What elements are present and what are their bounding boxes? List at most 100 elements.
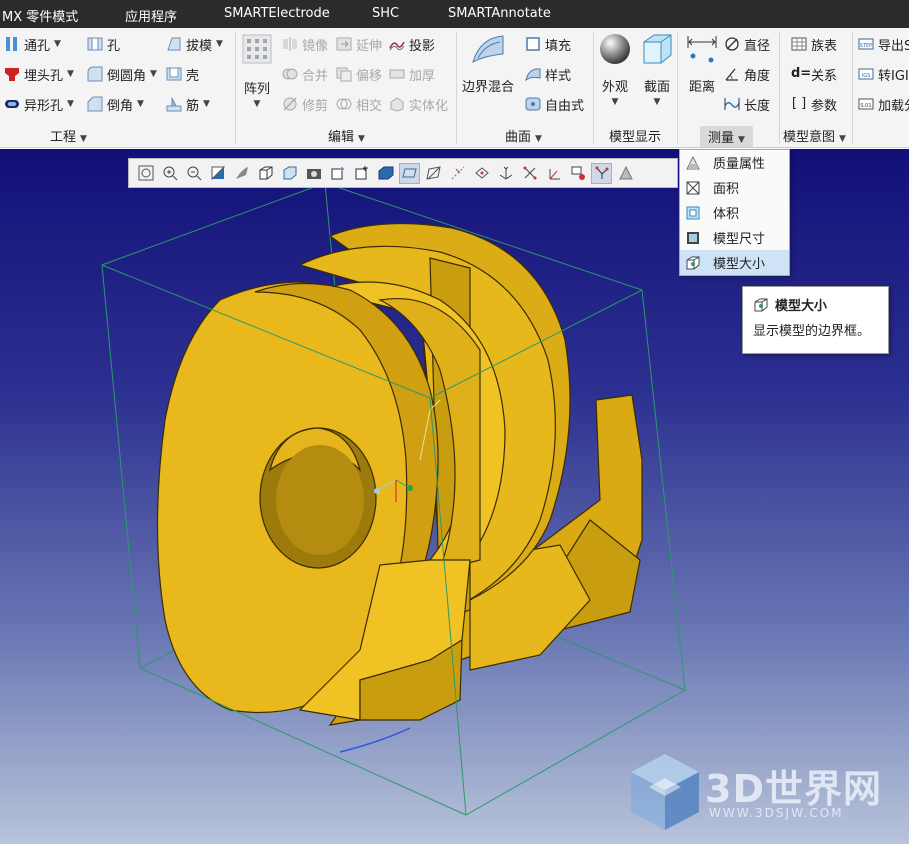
trim-button[interactable]: 修剪 — [282, 93, 328, 115]
group-surface-label[interactable]: 曲面 ▼ — [505, 126, 542, 145]
spin-center-button[interactable] — [327, 163, 348, 184]
offset-button[interactable]: 偏移 — [336, 63, 382, 85]
style-button[interactable]: 样式 — [525, 63, 571, 85]
boundary-blend-button[interactable]: 边界混合 — [462, 32, 514, 95]
tab-applications[interactable]: 应用程序 — [125, 6, 177, 25]
datum-axis-button[interactable] — [447, 163, 468, 184]
extend-button[interactable]: 延伸 — [336, 33, 382, 55]
camera-icon — [306, 169, 321, 179]
parameters-button[interactable]: [ ] 参数 — [791, 93, 837, 115]
round-button[interactable]: 倒圆角 ▼ — [87, 63, 157, 85]
tab-shc[interactable]: SHC — [372, 6, 399, 21]
array-icon — [242, 34, 272, 64]
extend-label: 延伸 — [356, 38, 383, 54]
thicken-button[interactable]: 加厚 — [389, 63, 435, 85]
point-display-button[interactable] — [423, 163, 444, 184]
zoom-in-icon — [163, 166, 177, 181]
export-step-label: 导出S — [878, 38, 909, 54]
zoom-in-button[interactable] — [159, 163, 180, 184]
draft-button[interactable]: 拔模 ▼ — [166, 33, 223, 55]
project-button[interactable]: 投影 — [389, 33, 435, 55]
volume-icon — [686, 206, 700, 219]
group-engineering-label[interactable]: 工程 ▼ — [50, 126, 87, 145]
relations-label: 关系 — [811, 68, 838, 84]
repaint-button[interactable] — [207, 163, 228, 184]
fill-button[interactable]: 填充 — [525, 33, 571, 55]
round-icon — [87, 66, 103, 82]
relations-button[interactable]: d= 关系 — [791, 63, 837, 85]
chamfer-label: 倒角 — [107, 98, 134, 114]
menu-item-model-size[interactable]: 模型大小 — [680, 250, 789, 275]
rib-icon — [166, 97, 182, 112]
profile-hole-button[interactable]: 异形孔 ▼ — [4, 93, 74, 115]
section-button[interactable]: 截面 ▼ — [640, 32, 674, 107]
datum-display-button[interactable] — [351, 163, 372, 184]
csys-display-button[interactable] — [495, 163, 516, 184]
solidify-label: 实体化 — [409, 98, 449, 114]
connector-icon — [595, 166, 608, 179]
ribbon: 通孔 ▼ 孔 拔模 ▼ 埋头孔 ▼ 倒圆角 ▼ 壳 异形孔 ▼ 倒角 ▼ 筋 ▼ 工程 ▼ — [0, 28, 909, 148]
flag-display-button[interactable] — [567, 163, 588, 184]
axis-display-button[interactable] — [399, 162, 420, 184]
shell-button[interactable]: 壳 — [166, 63, 199, 85]
spin-point-button[interactable] — [543, 163, 564, 184]
thicken-label: 加厚 — [409, 68, 436, 84]
annotation-display-button[interactable] — [519, 163, 540, 184]
appearance-button[interactable]: 外观 ▼ — [598, 32, 632, 107]
angle-button[interactable]: 角度 — [724, 63, 770, 85]
group-model-intent-label[interactable]: 模型意图 ▼ — [783, 126, 846, 145]
appearance-sphere-icon — [600, 34, 630, 64]
zoom-out-button[interactable] — [183, 163, 204, 184]
datum-point-button[interactable] — [471, 163, 492, 184]
tab-smartannotate[interactable]: SMARTAnnotate — [448, 6, 551, 21]
rib-label: 筋 — [186, 98, 200, 114]
menu-item-area[interactable]: 面积 — [680, 175, 789, 200]
draft-label: 拔模 — [186, 38, 213, 54]
mass-properties-icon — [686, 155, 700, 169]
group-measure-label[interactable]: 测量 ▼ — [700, 126, 753, 147]
family-table-button[interactable]: 族表 — [791, 33, 837, 55]
chamfer-button[interactable]: 倒角 ▼ — [87, 93, 144, 115]
load-button[interactable]: S.01 加载分 — [858, 93, 909, 115]
intersect-button[interactable]: 相交 — [336, 93, 382, 115]
display-style-button[interactable] — [231, 163, 252, 184]
convert-iges-button[interactable]: IGS 转IGI — [858, 63, 909, 85]
tab-part-mode[interactable]: MX 零件模式 — [2, 6, 78, 25]
parameters-label: 参数 — [811, 98, 838, 114]
merge-button[interactable]: 合并 — [282, 63, 328, 85]
triangle-display-button[interactable] — [615, 163, 636, 184]
connector-display-button[interactable] — [591, 162, 612, 184]
menu-item-model-dimension[interactable]: 模型尺寸 — [680, 225, 789, 250]
export-step-button[interactable]: STEP 导出S — [858, 33, 909, 55]
diameter-button[interactable]: 直径 — [724, 33, 770, 55]
tab-smartelectrode[interactable]: SMARTElectrode — [224, 6, 330, 21]
appearance-label: 外观 — [601, 80, 628, 95]
menu-item-mass-properties[interactable]: 质量属性 — [680, 150, 789, 175]
menu-item-label: 质量属性 — [713, 157, 766, 172]
length-label: 长度 — [744, 98, 771, 114]
profile-hole-label: 异形孔 — [24, 98, 64, 114]
refit-button[interactable] — [135, 163, 156, 184]
mirror-button[interactable]: 镜像 — [282, 33, 328, 55]
solidify-button[interactable]: 实体化 — [389, 93, 448, 115]
angle-label: 角度 — [744, 68, 771, 84]
length-button[interactable]: 长度 — [724, 93, 770, 115]
rib-button[interactable]: 筋 ▼ — [166, 93, 210, 115]
datum-axis-icon — [451, 166, 464, 180]
plane-display-button[interactable] — [375, 163, 396, 184]
hole-label: 孔 — [107, 38, 121, 54]
hole-icon — [87, 37, 103, 51]
boundary-blend-icon — [472, 35, 504, 64]
countersink-hole-button[interactable]: 埋头孔 ▼ — [4, 63, 74, 85]
view-manager-button[interactable] — [279, 163, 300, 184]
solidify-icon — [390, 97, 404, 112]
freestyle-button[interactable]: 自由式 — [525, 93, 584, 115]
array-button[interactable]: 阵列 ▼ — [242, 34, 272, 109]
saved-orientation-button[interactable] — [255, 163, 276, 184]
hole-button[interactable]: 孔 — [87, 33, 120, 55]
perspective-button[interactable] — [303, 163, 324, 184]
distance-button[interactable]: 距离 — [685, 32, 719, 95]
through-hole-button[interactable]: 通孔 ▼ — [4, 33, 61, 55]
group-edit-label[interactable]: 编辑 ▼ — [328, 126, 365, 145]
menu-item-volume[interactable]: 体积 — [680, 200, 789, 225]
